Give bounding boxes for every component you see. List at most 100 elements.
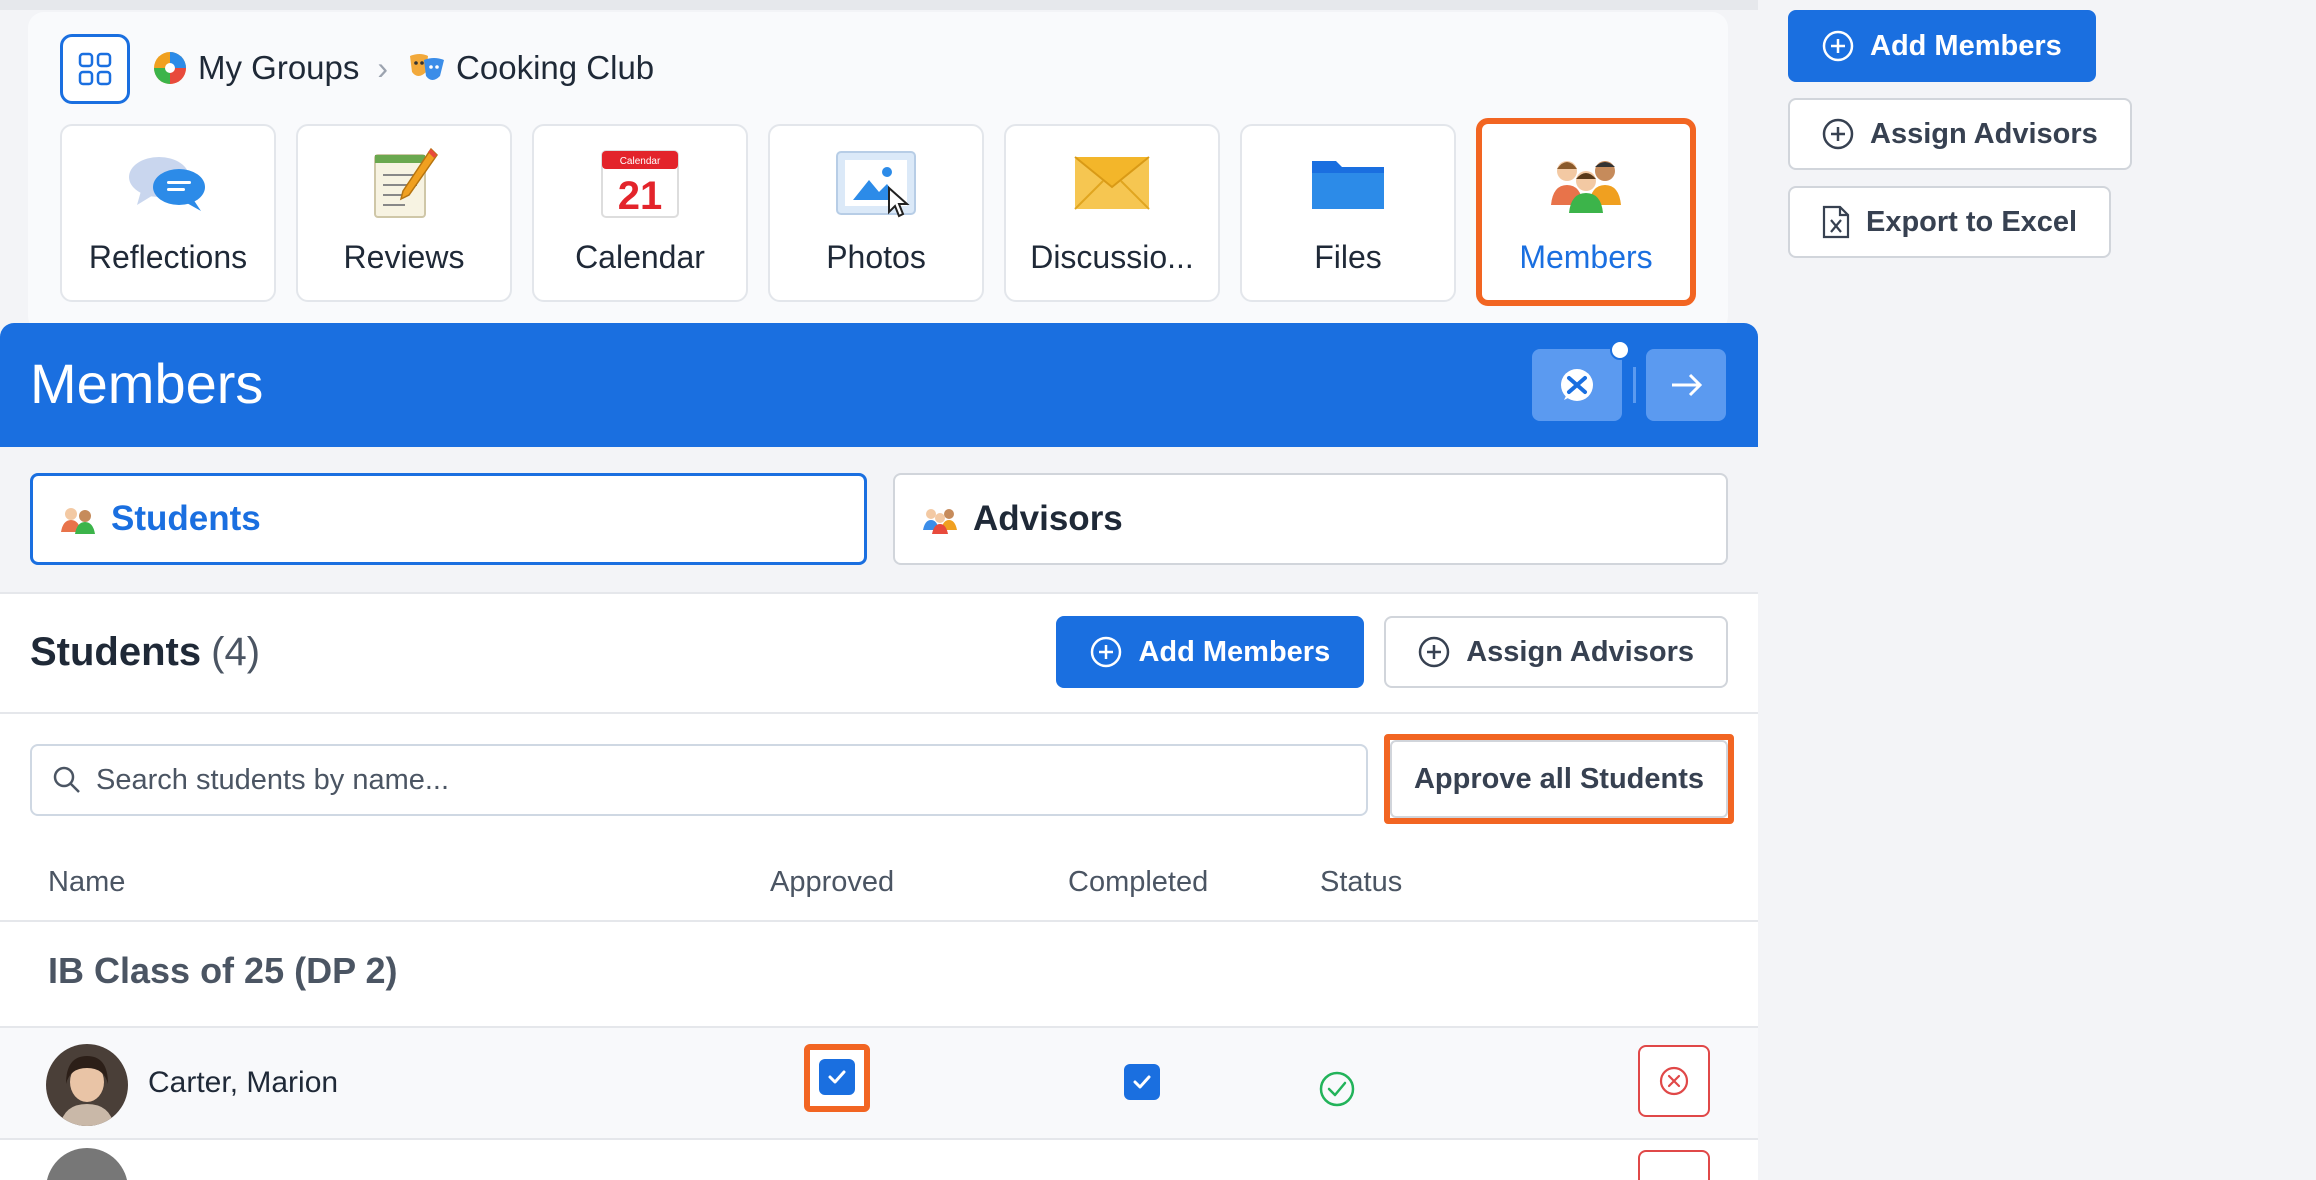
tile-files-label: Files	[1314, 239, 1382, 275]
tab-advisors-label: Advisors	[973, 499, 1123, 538]
search-row: Approve all Students	[0, 714, 1758, 846]
approve-all-highlight: Approve all Students	[1384, 734, 1734, 824]
arrow-right-icon	[1672, 373, 1703, 397]
export-excel-label: Export to Excel	[1866, 205, 2078, 238]
calendar-header-text: Calendar	[620, 156, 661, 167]
tile-calendar-label: Calendar	[575, 239, 705, 275]
notepad-pencil-icon	[369, 145, 439, 221]
add-members-button-top[interactable]: Add Members	[1788, 10, 2096, 82]
tile-reviews[interactable]: Reviews	[296, 124, 512, 302]
group-label: IB Class of 25 (DP 2)	[48, 950, 398, 991]
members-panel-header: Members	[0, 323, 1758, 447]
approved-highlight	[804, 1044, 870, 1112]
tile-photos[interactable]: Photos	[768, 124, 984, 302]
breadcrumb-cooking-club: Cooking Club	[406, 49, 654, 87]
tile-discussions[interactable]: Discussio...	[1004, 124, 1220, 302]
app-grid-button[interactable]	[60, 34, 130, 104]
table-row: Carter, Marion	[0, 1028, 1758, 1140]
assign-advisors-button[interactable]: Assign Advisors	[1384, 616, 1728, 688]
add-members-label: Add Members	[1138, 635, 1331, 668]
calendar-day-text: 21	[618, 174, 663, 218]
feature-tiles: Reflections Reviews Calendar 21 Calendar…	[60, 118, 1696, 306]
plus-circle-icon	[1090, 636, 1122, 668]
tab-students[interactable]: Students	[30, 473, 867, 565]
completed-checkbox[interactable]	[1124, 1064, 1160, 1100]
column-status: Status	[1320, 866, 1403, 898]
tile-reflections-label: Reflections	[88, 239, 248, 275]
plus-circle-icon	[1822, 30, 1854, 62]
member-tabs: Students Advisors	[0, 447, 1758, 592]
tile-members[interactable]: Members	[1476, 118, 1696, 306]
grid-icon	[78, 52, 112, 86]
avatar	[46, 1044, 128, 1126]
approve-all-button[interactable]: Approve all Students	[1390, 740, 1728, 818]
table-header: Name Approved Completed Status	[0, 846, 1758, 922]
right-actions: Add Members Assign Advisors Export to Ex…	[1788, 10, 2132, 258]
remove-student-button[interactable]	[1638, 1150, 1710, 1180]
table-row-partial	[0, 1140, 1758, 1180]
envelope-icon	[1071, 145, 1153, 221]
plus-circle-icon	[1418, 636, 1450, 668]
plus-circle-icon	[1822, 118, 1854, 150]
people-group-icon	[1545, 145, 1627, 221]
remove-student-button[interactable]	[1638, 1045, 1710, 1117]
breadcrumb-cooking-club-label: Cooking Club	[456, 49, 655, 86]
assign-advisors-button-top[interactable]: Assign Advisors	[1788, 98, 2132, 170]
search-box[interactable]	[30, 744, 1368, 816]
students-heading-label: Students	[30, 630, 202, 674]
tab-advisors[interactable]: Advisors	[893, 473, 1728, 565]
add-members-button[interactable]: Add Members	[1056, 616, 1365, 688]
tile-reviews-label: Reviews	[343, 239, 465, 275]
tab-students-label: Students	[111, 499, 261, 538]
assign-advisors-label: Assign Advisors	[1466, 635, 1694, 668]
chat-button[interactable]	[1532, 349, 1622, 421]
search-icon	[53, 766, 80, 793]
students-heading: Students (4)	[30, 630, 260, 675]
members-panel: Members Students Advisors Students (4) A…	[0, 323, 1758, 1180]
column-approved: Approved	[770, 866, 895, 898]
tile-photos-label: Photos	[826, 239, 926, 275]
assign-advisors-label-top: Assign Advisors	[1870, 117, 2098, 150]
tile-files[interactable]: Files	[1240, 124, 1456, 302]
students-count: (4)	[211, 630, 261, 674]
avatar	[46, 1148, 128, 1180]
breadcrumb-my-groups[interactable]: My Groups	[152, 49, 359, 87]
chevron-right-icon: ›	[377, 49, 389, 86]
checkmark-icon	[1133, 1075, 1151, 1089]
header-divider	[1633, 367, 1636, 403]
breadcrumb: My Groups › Cooking Club	[152, 42, 654, 94]
group-nav-card: My Groups › Cooking Club Reflections Rev…	[28, 12, 1728, 332]
approved-checkbox[interactable]	[819, 1059, 855, 1095]
folder-icon	[1308, 145, 1388, 221]
excel-file-icon	[1822, 205, 1850, 239]
students-actions: Add Members Assign Advisors	[1056, 616, 1728, 688]
export-excel-button[interactable]: Export to Excel	[1788, 186, 2112, 258]
chat-icon	[1561, 369, 1593, 401]
students-bar: Students (4) Add Members Assign Advisors	[0, 592, 1758, 714]
tile-discussions-label: Discussio...	[1030, 239, 1194, 275]
add-members-label-top: Add Members	[1870, 29, 2062, 62]
breadcrumb-my-groups-label: My Groups	[198, 49, 360, 86]
column-completed: Completed	[1068, 866, 1209, 898]
arrow-right-button[interactable]	[1646, 349, 1726, 421]
photo-icon	[835, 145, 917, 221]
search-input[interactable]	[96, 763, 1296, 797]
my-groups-icon	[152, 50, 188, 86]
tile-reflections[interactable]: Reflections	[60, 124, 276, 302]
theater-masks-icon	[406, 50, 446, 86]
status-ok-icon	[1318, 1070, 1356, 1113]
top-strip	[0, 0, 2316, 10]
advisors-icon	[921, 504, 959, 534]
notification-dot	[1610, 340, 1630, 360]
speech-bubbles-icon	[127, 145, 209, 221]
panel-title: Members	[30, 352, 264, 415]
group-row: IB Class of 25 (DP 2)	[0, 922, 1758, 1028]
close-circle-icon	[1659, 1066, 1689, 1096]
tile-calendar[interactable]: Calendar 21 Calendar	[532, 124, 748, 302]
column-name: Name	[48, 866, 126, 898]
students-icon	[59, 504, 97, 534]
tile-members-label: Members	[1519, 239, 1653, 275]
student-name: Carter, Marion	[148, 1066, 339, 1099]
checkmark-icon	[828, 1070, 846, 1084]
calendar-icon: Calendar 21	[600, 145, 680, 221]
